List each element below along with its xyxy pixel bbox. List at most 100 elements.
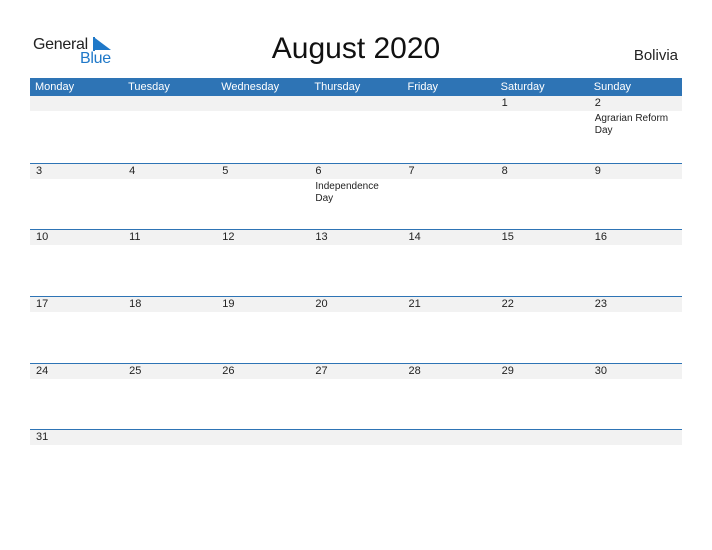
day-number [502,430,589,445]
day-number [222,96,309,111]
day-cell: 21 [403,297,496,312]
day-number [409,96,496,111]
day-number [315,96,402,111]
day-number: 2 [594,97,601,109]
day-number [129,96,216,111]
day-number: 19 [222,298,235,311]
day-number: 26 [222,364,235,377]
day-cell: 7 [403,164,496,205]
day-number: 9 [594,164,601,177]
day-number: 6 [315,164,322,177]
day-cell: 25 [123,364,216,379]
weekday-thursday: Thursday [314,81,361,93]
week-cells: 24 25 26 27 28 29 30 [30,364,682,379]
week-cells: 31 [30,430,682,445]
day-cell: 29 [496,364,589,379]
day-number: 23 [594,298,607,311]
day-cell: 11 [123,230,216,245]
day-cell: 23 [589,297,682,312]
day-cell: 5 [216,164,309,205]
day-cell: 12 [216,230,309,245]
day-cell [30,96,123,137]
day-number: 25 [129,364,142,377]
day-number: 16 [594,231,607,244]
holiday-label: Agrarian Reform Day [594,113,669,136]
weekday-friday: Friday [407,81,439,93]
day-number: 3 [36,164,43,177]
day-cell: 22 [496,297,589,312]
day-cell [403,430,496,445]
day-cell [589,430,682,445]
day-number: 1 [501,97,508,109]
weekday-saturday: Saturday [500,81,545,93]
day-cell: 20 [309,297,402,312]
week-cells: 3 4 5 6 Independence Day 7 8 9 [30,164,682,205]
day-number: 21 [408,298,421,311]
day-number: 22 [501,298,514,311]
week-row: 1 2 Agrarian Reform Day [30,96,682,163]
day-number: 8 [501,164,508,177]
day-cell: 30 [589,364,682,379]
weekday-tuesday: Tuesday [128,81,170,93]
day-cell [123,430,216,445]
day-cell: 14 [403,230,496,245]
day-number: 29 [501,364,514,377]
day-cell: 27 [309,364,402,379]
week-row: 10 11 12 13 14 15 16 [30,229,682,296]
day-cell: 4 [123,164,216,205]
day-number: 4 [129,164,136,177]
holiday-label: Independence Day [315,180,379,204]
day-number: 13 [315,231,328,244]
day-cell: 28 [403,364,496,379]
day-cell [309,96,402,137]
day-number [36,96,123,111]
week-row: 17 18 19 20 21 22 23 [30,296,682,363]
day-number: 31 [36,431,49,444]
weeks-container: 1 2 Agrarian Reform Day 3 4 5 6 Independence Da… [30,96,682,496]
day-cell: 19 [216,297,309,312]
day-cell [216,430,309,445]
day-number: 11 [129,231,141,244]
week-row: 3 4 5 6 Independence Day 7 8 9 [30,162,682,230]
day-cell: 31 [30,430,123,445]
day-cell: 2 Agrarian Reform Day [589,96,682,137]
day-number: 5 [222,164,229,177]
day-number: 27 [315,364,328,377]
day-number [409,430,496,445]
day-number: 18 [129,298,142,311]
day-number: 14 [408,231,421,244]
week-cells: 17 18 19 20 21 22 23 [30,297,682,312]
day-cell [123,96,216,137]
country-label: Bolivia [633,47,678,64]
day-number [129,430,216,445]
day-cell: 16 [589,230,682,245]
day-cell: 6 Independence Day [309,164,402,205]
day-cell: 3 [30,164,123,205]
day-number [222,430,309,445]
day-cell [403,96,496,137]
day-number [595,430,682,445]
day-number: 30 [594,364,607,377]
day-cell: 24 [30,364,123,379]
day-cell: 8 [496,164,589,205]
day-cell: 17 [30,297,123,312]
day-number [315,430,402,445]
day-cell: 10 [30,230,123,245]
calendar-title: August 2020 [271,32,441,65]
day-number: 15 [501,231,514,244]
weekday-wednesday: Wednesday [221,81,280,93]
weekday-monday: Monday [35,81,75,93]
day-cell: 15 [496,230,589,245]
day-number: 24 [36,364,49,377]
week-row: 24 25 26 27 28 29 30 [30,362,682,430]
day-number: 7 [408,164,415,177]
day-number: 20 [315,298,328,311]
weekday-sunday: Sunday [593,81,632,93]
day-number: 28 [408,364,421,377]
day-cell: 13 [309,230,402,245]
day-cell: 26 [216,364,309,379]
day-cell: 9 [589,164,682,205]
day-cell [309,430,402,445]
day-cell [496,430,589,445]
week-row: 31 [30,429,682,496]
